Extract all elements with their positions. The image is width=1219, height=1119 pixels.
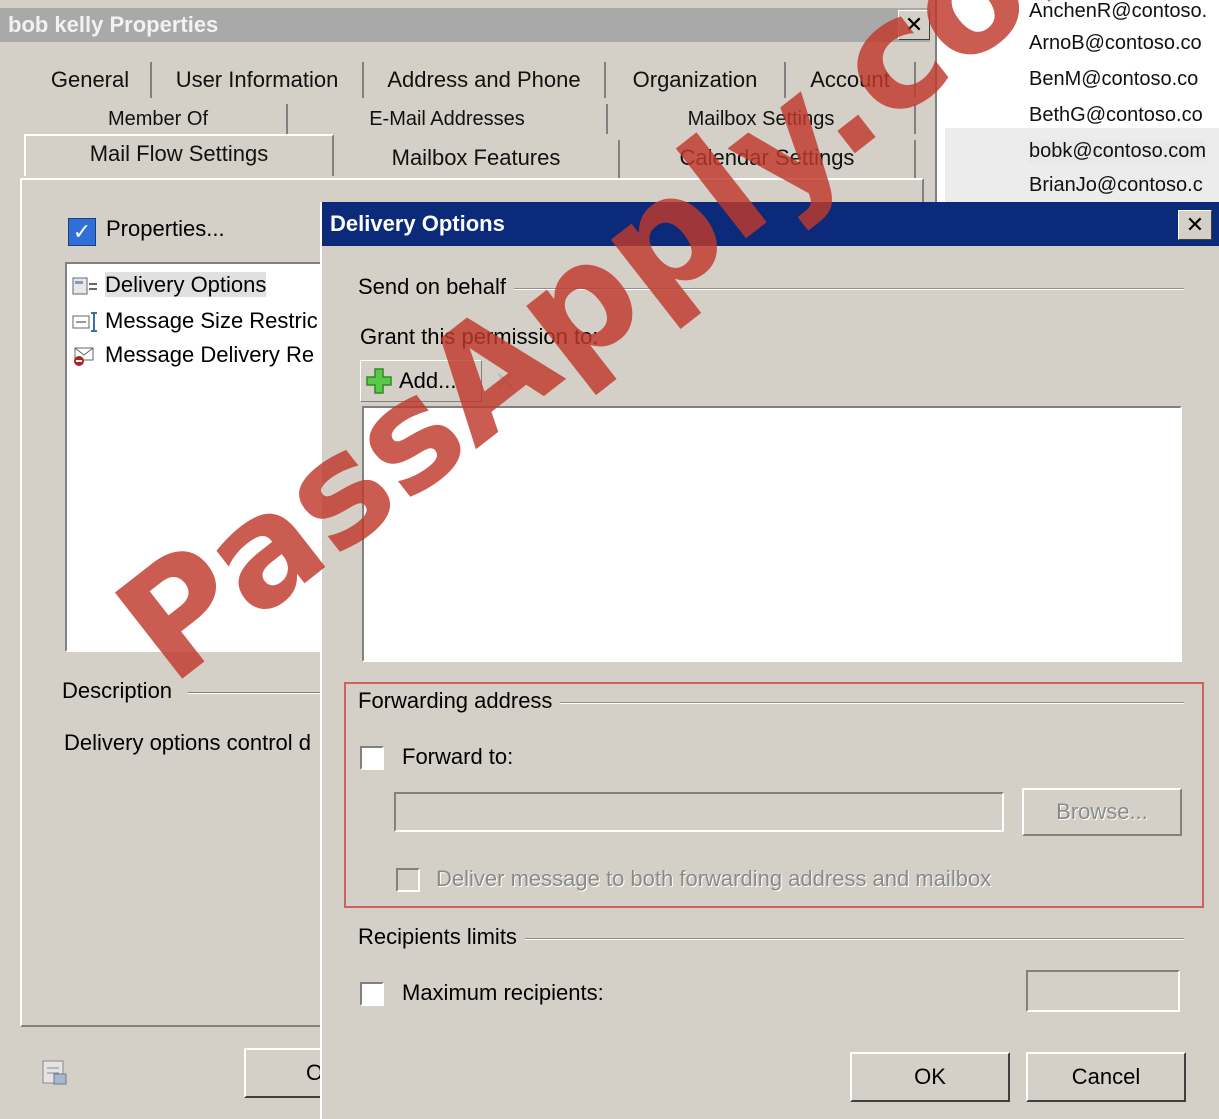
feature-message-delivery-restrictions[interactable]: Message Delivery Re — [71, 342, 314, 368]
add-button-label: Add... — [399, 368, 457, 393]
checkmark-icon: ✓ — [72, 219, 92, 244]
tab-mailbox-settings[interactable]: Mailbox Settings — [608, 104, 916, 134]
dialog-title: Delivery Options — [330, 211, 505, 236]
add-button[interactable]: Add... — [360, 360, 482, 402]
tab-organization[interactable]: Organization — [606, 62, 786, 98]
message-size-icon — [72, 312, 97, 333]
feature-label: Message Delivery Re — [105, 342, 315, 367]
tab-address-and-phone[interactable]: Address and Phone — [364, 62, 606, 98]
tab-general[interactable]: General — [30, 62, 152, 98]
email-list-item-selected[interactable]: bobk@contoso.com — [1029, 140, 1207, 163]
help-icon[interactable] — [40, 1058, 70, 1088]
email-list-item[interactable]: AnchenR@contoso. — [1029, 0, 1207, 23]
email-list-item[interactable]: BethG@contoso.co — [1029, 104, 1203, 127]
tab-account[interactable]: Account — [786, 62, 916, 98]
window-title: bob kelly Properties — [8, 12, 219, 37]
properties-checkbox[interactable]: ✓ — [68, 218, 96, 246]
mail-flow-feature-list[interactable]: Delivery Options Message Size Restric Me… — [65, 262, 324, 652]
max-recipients-checkbox[interactable] — [360, 982, 384, 1006]
email-list-item[interactable]: BrianJo@contoso.c — [1029, 174, 1203, 197]
tab-email-addresses[interactable]: E-Mail Addresses — [288, 104, 608, 134]
feature-label: Message Size Restric — [105, 308, 318, 333]
deliver-both-checkbox[interactable] — [396, 868, 420, 892]
message-delivery-restriction-icon — [74, 347, 94, 367]
deliver-both-label: Deliver message to both forwarding addre… — [436, 866, 992, 891]
recipients-group-label: Recipients limits — [358, 924, 525, 950]
send-on-behalf-group-label: Send on behalf — [358, 274, 515, 300]
forward-to-checkbox[interactable] — [360, 746, 384, 770]
close-icon: ✕ — [904, 12, 924, 37]
delivery-options-dialog: Delivery Options ✕ Send on behalf Grant … — [320, 202, 1219, 1119]
ok-button[interactable]: OK — [850, 1052, 1010, 1102]
description-divider — [188, 692, 328, 694]
max-recipients-input[interactable] — [1026, 970, 1180, 1012]
send-on-behalf-list[interactable] — [362, 406, 1182, 662]
close-icon: ✕ — [1185, 212, 1205, 237]
email-list-item[interactable]: ArnoB@contoso.co — [1029, 32, 1202, 55]
forward-to-input[interactable] — [394, 792, 1004, 832]
dialog-close-button[interactable]: ✕ — [1178, 210, 1212, 240]
feature-delivery-options[interactable]: Delivery Options — [71, 272, 267, 298]
tab-mailbox-features[interactable]: Mailbox Features — [334, 140, 620, 180]
grant-permission-label: Grant this permission to: — [360, 324, 599, 349]
properties-button[interactable]: Properties... — [106, 216, 225, 242]
email-list-item[interactable]: BenM@contoso.co — [1029, 68, 1198, 91]
window-close-button[interactable]: ✕ — [898, 10, 930, 40]
browse-button[interactable]: Browse... — [1022, 788, 1182, 836]
tab-user-information[interactable]: User Information — [152, 62, 364, 98]
feature-message-size-restrictions[interactable]: Message Size Restric — [71, 308, 318, 334]
add-icon — [366, 368, 392, 394]
feature-label: Delivery Options — [105, 272, 267, 297]
description-group-label: Description — [62, 678, 173, 703]
remove-icon[interactable]: ✕ — [494, 366, 516, 397]
cancel-button[interactable]: Cancel — [1026, 1052, 1186, 1102]
forwarding-group-label: Forwarding address — [358, 688, 561, 714]
tab-member-of[interactable]: Member Of — [30, 104, 288, 134]
delivery-options-icon — [72, 277, 97, 295]
forward-to-label: Forward to: — [402, 744, 514, 769]
description-text: Delivery options control d — [64, 730, 312, 755]
tab-mail-flow-settings[interactable]: Mail Flow Settings — [24, 134, 334, 176]
max-recipients-label: Maximum recipients: — [402, 980, 604, 1005]
tab-calendar-settings[interactable]: Calendar Settings — [620, 140, 916, 180]
